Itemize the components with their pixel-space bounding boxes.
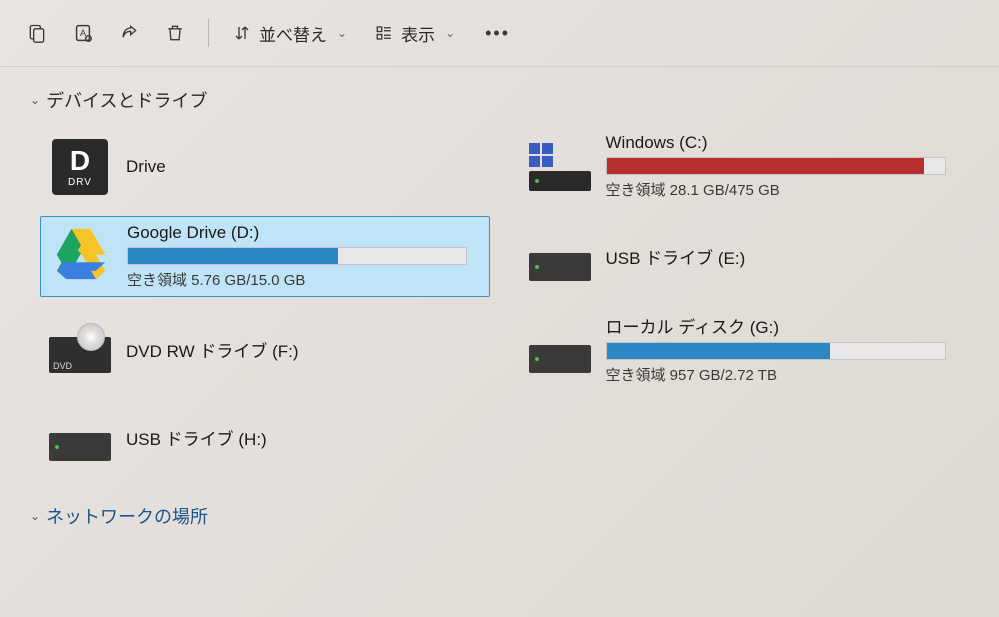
cut-button[interactable]	[16, 12, 58, 54]
drives-grid: DDRV Drive Windows (C:) 空き領域 28.1 GB/475 GB…	[30, 127, 969, 473]
drive-name: Google Drive (D:)	[127, 223, 481, 243]
drive-item[interactable]: DDRV Drive	[40, 127, 490, 206]
drive-info: USB ドライブ (E:)	[606, 244, 962, 269]
content-area: ⌄ デバイスとドライブ DDRV Drive Windows (C:) 空き領域 28…	[0, 67, 999, 563]
share-button[interactable]	[108, 12, 150, 54]
drive-info: Google Drive (D:) 空き領域 5.76 GB/15.0 GB	[127, 223, 481, 290]
capacity-text: 空き領域 5.76 GB/15.0 GB	[127, 269, 481, 290]
ellipsis-icon: •••	[485, 23, 510, 44]
network-section-header[interactable]: ⌄ ネットワークの場所	[30, 503, 969, 529]
drive-name: Windows (C:)	[606, 133, 962, 153]
usb-drive-icon	[49, 433, 111, 461]
capacity-bar	[127, 247, 467, 265]
sort-dropdown[interactable]: 並べ替え ⌄	[221, 15, 359, 52]
more-button[interactable]: •••	[471, 12, 524, 54]
chevron-down-icon: ⌄	[337, 26, 347, 40]
view-dropdown[interactable]: 表示 ⌄	[363, 15, 467, 52]
drive-name: USB ドライブ (E:)	[606, 244, 962, 269]
chevron-down-icon: ⌄	[30, 509, 40, 523]
drive-name: DVD RW ドライブ (F:)	[126, 337, 482, 362]
cut-icon	[27, 23, 47, 43]
sort-icon	[233, 24, 251, 42]
view-icon	[375, 24, 393, 42]
copy-button[interactable]: A	[62, 12, 104, 54]
drive-item[interactable]: Google Drive (D:) 空き領域 5.76 GB/15.0 GB	[40, 216, 490, 297]
windows-disk-icon	[529, 143, 591, 191]
google-drive-icon	[53, 226, 109, 287]
drive-item[interactable]: Windows (C:) 空き領域 28.1 GB/475 GB	[520, 127, 970, 206]
delete-button[interactable]	[154, 12, 196, 54]
drive-item[interactable]: ローカル ディスク (G:) 空き領域 957 GB/2.72 TB	[520, 307, 970, 391]
chevron-down-icon: ⌄	[30, 93, 40, 107]
devices-section-title: デバイスとドライブ	[46, 87, 207, 113]
capacity-bar	[606, 157, 946, 175]
toolbar: A 並べ替え ⌄ 表示 ⌄ •••	[0, 0, 999, 67]
dvd-drive-icon: DVD	[49, 337, 111, 373]
capacity-bar	[606, 342, 946, 360]
network-section-title: ネットワークの場所	[46, 503, 208, 529]
sort-label: 並べ替え	[259, 21, 327, 46]
drive-name: Drive	[126, 157, 482, 177]
toolbar-separator	[208, 19, 209, 47]
devices-section-header[interactable]: ⌄ デバイスとドライブ	[30, 87, 969, 113]
drive-info: Drive	[126, 157, 482, 177]
share-icon	[119, 23, 139, 43]
view-label: 表示	[401, 21, 435, 46]
trash-icon	[165, 23, 185, 43]
local-disk-icon	[529, 345, 591, 373]
drive-info: DVD RW ドライブ (F:)	[126, 337, 482, 362]
drive-info: USB ドライブ (H:)	[126, 425, 482, 450]
capacity-text: 空き領域 957 GB/2.72 TB	[606, 364, 962, 385]
drive-item[interactable]: DVD DVD RW ドライブ (F:)	[40, 307, 490, 391]
chevron-down-icon: ⌄	[445, 26, 455, 40]
drive-item[interactable]: USB ドライブ (E:)	[520, 216, 970, 297]
drive-info: ローカル ディスク (G:) 空き領域 957 GB/2.72 TB	[606, 313, 962, 385]
drive-item[interactable]: USB ドライブ (H:)	[40, 401, 490, 473]
drive-name: ローカル ディスク (G:)	[606, 313, 962, 338]
drive-app-icon: DDRV	[52, 139, 108, 195]
copy-icon: A	[72, 22, 94, 44]
drive-info: Windows (C:) 空き領域 28.1 GB/475 GB	[606, 133, 962, 200]
capacity-text: 空き領域 28.1 GB/475 GB	[606, 179, 962, 200]
usb-drive-icon	[529, 253, 591, 281]
drive-name: USB ドライブ (H:)	[126, 425, 482, 450]
